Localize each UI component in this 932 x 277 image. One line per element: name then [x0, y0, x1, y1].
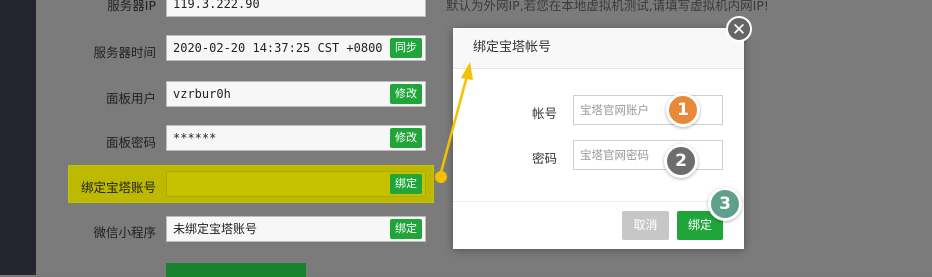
- pointer-arrow-icon: [435, 62, 473, 183]
